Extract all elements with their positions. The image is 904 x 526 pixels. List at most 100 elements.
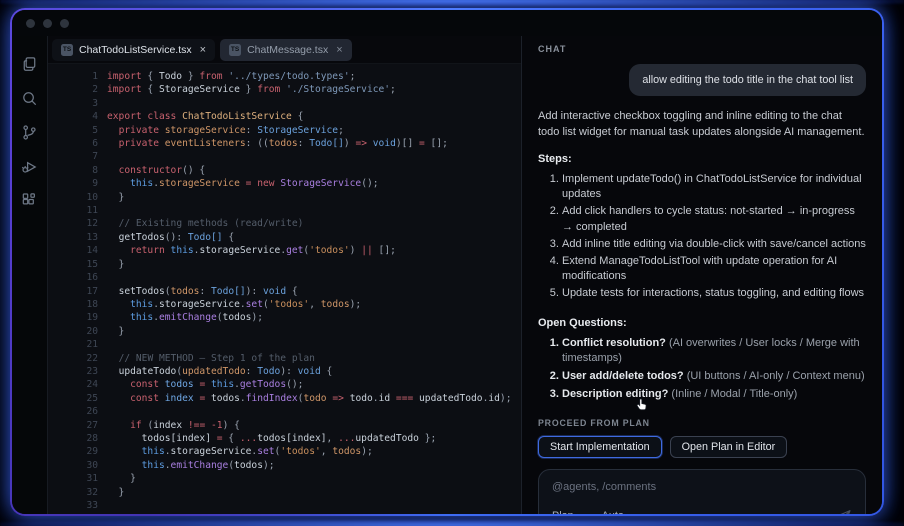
- activity-bar: [12, 36, 48, 514]
- line-number: 25: [48, 392, 98, 405]
- line-number: 1: [48, 70, 98, 83]
- top-glow: [0, 0, 904, 6]
- model-dropdown-label: Auto: [602, 510, 624, 514]
- line-number: 7: [48, 150, 98, 163]
- code-text: setTodos(todos: Todo[]): void {: [98, 285, 298, 298]
- step-item: Extend ManageTodoListTool with update op…: [562, 254, 866, 284]
- line-number: 28: [48, 432, 98, 445]
- code-text: const index = todos.findIndex(todo => to…: [98, 392, 511, 405]
- assistant-intro: Add interactive checkbox toggling and in…: [538, 109, 866, 140]
- line-number: 10: [48, 191, 98, 204]
- line-number: 27: [48, 419, 98, 432]
- code-line: 33: [48, 499, 521, 512]
- start-implementation-button[interactable]: Start Implementation: [538, 436, 662, 458]
- code-text: [98, 499, 107, 512]
- code-line: 3: [48, 97, 521, 110]
- editor-pane: TSChatTodoListService.tsx×TSChatMessage.…: [48, 36, 521, 514]
- code-area[interactable]: 1import { Todo } from '../types/todo.typ…: [48, 64, 521, 514]
- code-text: [98, 405, 107, 418]
- tab-label: ChatTodoListService.tsx: [79, 44, 192, 56]
- code-text: }: [98, 486, 124, 499]
- chevron-down-icon: [578, 512, 586, 514]
- line-number: 26: [48, 405, 98, 418]
- code-text: this.emitChange(todos);: [98, 311, 263, 324]
- code-line: 25 const index = todos.findIndex(todo =>…: [48, 392, 521, 405]
- line-number: 17: [48, 285, 98, 298]
- line-number: 33: [48, 499, 98, 512]
- window-control-dot[interactable]: [26, 19, 35, 28]
- mode-dropdown-plan[interactable]: Plan: [552, 510, 586, 514]
- composer-placeholder[interactable]: @agents, /comments: [552, 481, 852, 493]
- line-number: 6: [48, 137, 98, 150]
- source-control-icon[interactable]: [20, 122, 40, 142]
- mode-dropdown-label: Plan: [552, 510, 574, 514]
- close-icon[interactable]: ×: [200, 44, 206, 56]
- close-icon[interactable]: ×: [336, 44, 342, 56]
- line-number: 18: [48, 298, 98, 311]
- search-icon[interactable]: [20, 88, 40, 108]
- line-number: 5: [48, 124, 98, 137]
- code-text: }: [98, 258, 124, 271]
- open-plan-in-editor-button[interactable]: Open Plan in Editor: [670, 436, 788, 458]
- line-number: 4: [48, 110, 98, 123]
- code-line: 20 }: [48, 325, 521, 338]
- code-text: this.storageService.set('todos', todos);: [98, 445, 373, 458]
- send-icon[interactable]: [836, 508, 852, 514]
- code-text: const todos = this.getTodos();: [98, 378, 303, 391]
- line-number: 16: [48, 271, 98, 284]
- files-icon[interactable]: [20, 54, 40, 74]
- code-text: import { StorageService } from './Storag…: [98, 83, 396, 96]
- line-number: 8: [48, 164, 98, 177]
- step-item: Add inline title editing via double-clic…: [562, 237, 866, 252]
- code-line: 13 getTodos(): Todo[] {: [48, 231, 521, 244]
- line-number: 11: [48, 204, 98, 217]
- code-text: [98, 204, 107, 217]
- question-item: Conflict resolution? (AI overwrites / Us…: [562, 336, 866, 366]
- window-control-dot[interactable]: [43, 19, 52, 28]
- typescript-file-icon: TS: [229, 44, 241, 56]
- code-line: 7: [48, 150, 521, 163]
- bottom-glow: [0, 520, 904, 526]
- code-text: }: [98, 325, 124, 338]
- tab-chattodolistservice-tsx[interactable]: TS ChatTodoListService.tsx ×: [52, 39, 215, 61]
- open-questions-list: Conflict resolution? (AI overwrites / Us…: [538, 336, 866, 406]
- code-line: 12 // Existing methods (read/write): [48, 217, 521, 230]
- question-item: User add/delete todos? (UI buttons / AI-…: [562, 369, 866, 384]
- code-line: 21: [48, 338, 521, 351]
- titlebar: [12, 10, 882, 36]
- code-line: 5 private storageService: StorageService…: [48, 124, 521, 137]
- code-line: 1import { Todo } from '../types/todo.typ…: [48, 70, 521, 83]
- code-line: 17 setTodos(todos: Todo[]): void {: [48, 285, 521, 298]
- code-text: if (index !== -1) {: [98, 419, 240, 432]
- code-text: [98, 338, 107, 351]
- line-number: 3: [48, 97, 98, 110]
- model-dropdown-auto[interactable]: Auto: [602, 510, 636, 514]
- line-number: 32: [48, 486, 98, 499]
- code-text: [98, 150, 107, 163]
- code-text: this.storageService.set('todos', todos);: [98, 298, 361, 311]
- code-text: private storageService: StorageService;: [98, 124, 344, 137]
- step-item: Update tests for interactions, status to…: [562, 286, 866, 301]
- tab-chatmessage-tsx[interactable]: TSChatMessage.tsx×: [220, 39, 352, 61]
- code-line: 27 if (index !== -1) {: [48, 419, 521, 432]
- line-number: 29: [48, 445, 98, 458]
- code-text: updateTodo(updatedTodo: Todo): void {: [98, 365, 332, 378]
- code-line: 22 // NEW METHOD — Step 1 of the plan: [48, 352, 521, 365]
- code-line: 10 }: [48, 191, 521, 204]
- window-control-dot[interactable]: [60, 19, 69, 28]
- code-line: 4export class ChatTodoListService {: [48, 110, 521, 123]
- code-line: 2import { StorageService } from './Stora…: [48, 83, 521, 96]
- line-number: 31: [48, 472, 98, 485]
- code-text: // NEW METHOD — Step 1 of the plan: [98, 352, 315, 365]
- code-line: 30 this.emitChange(todos);: [48, 459, 521, 472]
- code-line: 18 this.storageService.set('todos', todo…: [48, 298, 521, 311]
- chat-composer[interactable]: @agents, /comments Plan Auto: [538, 469, 866, 514]
- user-message-bubble: allow editing the todo title in the chat…: [629, 64, 866, 96]
- extensions-icon[interactable]: [20, 190, 40, 210]
- run-debug-icon[interactable]: [20, 156, 40, 176]
- line-number: 15: [48, 258, 98, 271]
- code-line: 29 this.storageService.set('todos', todo…: [48, 445, 521, 458]
- code-text: [98, 271, 107, 284]
- typescript-file-icon: TS: [61, 44, 73, 56]
- code-text: todos[index] = { ...todos[index], ...upd…: [98, 432, 436, 445]
